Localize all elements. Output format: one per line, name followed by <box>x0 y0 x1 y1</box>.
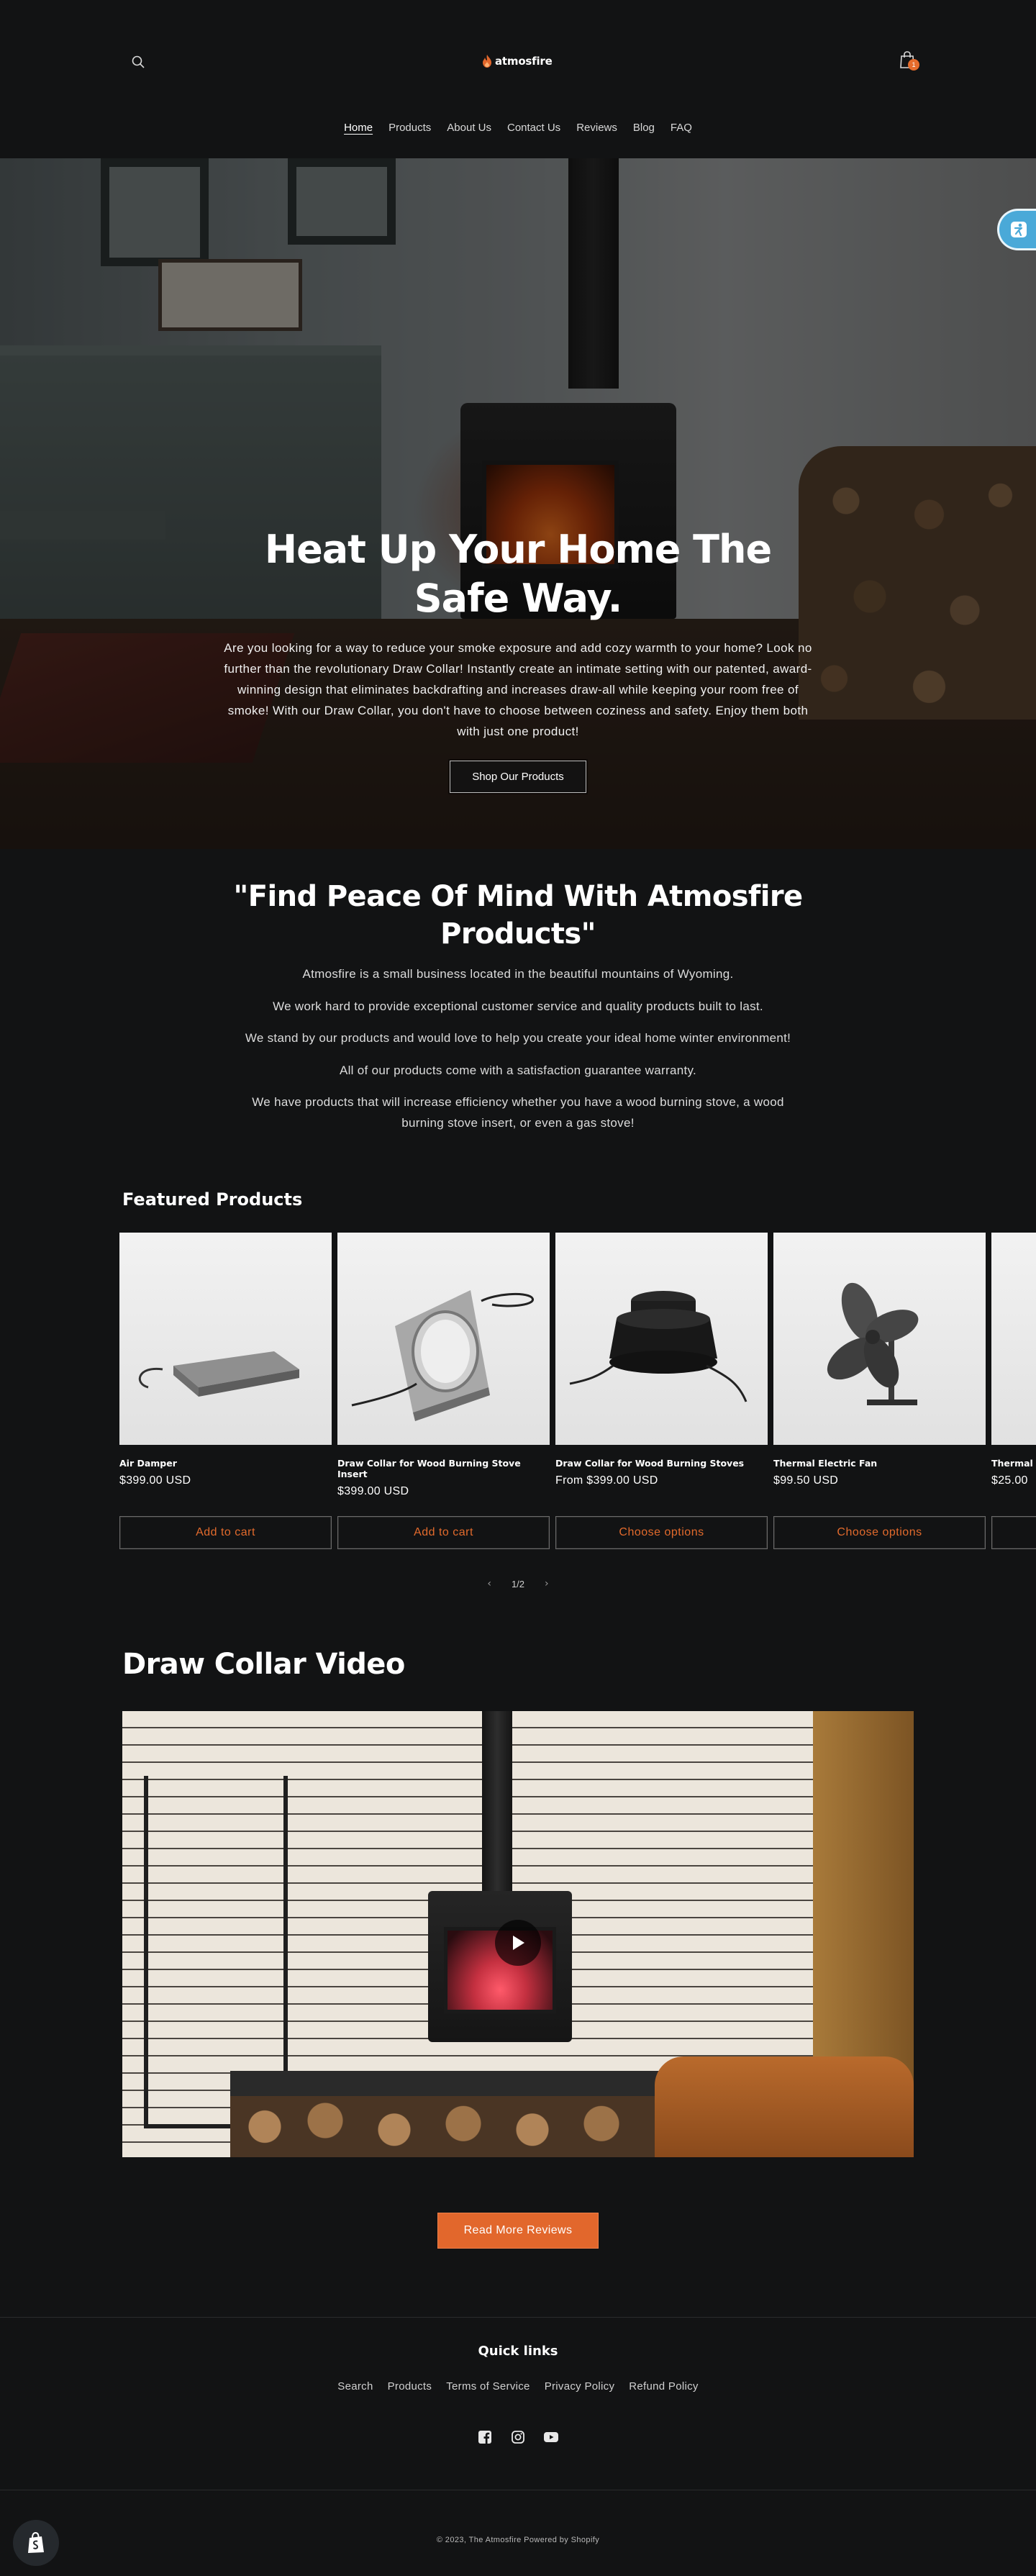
shop-products-button[interactable]: Shop Our Products <box>450 761 586 793</box>
read-more-reviews-button[interactable]: Read More Reviews <box>437 2213 599 2249</box>
add-to-cart-button[interactable]: Add to cart <box>337 1516 550 1549</box>
about-paragraph: We stand by our products and would love … <box>245 1031 791 1045</box>
product-price: $399.00 USD <box>337 1485 409 1497</box>
cart-button[interactable]: 1 <box>896 49 921 73</box>
product-image-air-damper[interactable] <box>119 1233 332 1445</box>
search-button[interactable] <box>128 52 148 72</box>
product-slider: Air Damper $399.00 USD Add to cart Draw … <box>119 1233 1036 1556</box>
product-card[interactable]: Thermal Electric Fan $99.50 USD Choose o… <box>773 1233 986 1549</box>
product-price: $25.00 <box>991 1474 1028 1487</box>
nav-faq[interactable]: FAQ <box>663 119 700 137</box>
flame-icon <box>483 55 491 68</box>
product-image-thermal-fan[interactable] <box>773 1233 986 1445</box>
video-poster-firewood <box>230 2096 662 2157</box>
product-price: From $399.00 USD <box>555 1474 658 1487</box>
nav-contact-us[interactable]: Contact Us <box>499 119 568 137</box>
nav-home[interactable]: Home <box>336 119 381 137</box>
video-poster-platform <box>230 2071 662 2100</box>
product-name[interactable]: Draw Collar for Wood Burning Stove Inser… <box>337 1458 550 1479</box>
product-card[interactable]: Air Damper $399.00 USD Add to cart <box>119 1233 332 1549</box>
footer-link-refund[interactable]: Refund Policy <box>629 2380 698 2393</box>
hero-banner: Heat Up Your Home The Safe Way. Are you … <box>0 158 1036 849</box>
accessibility-widget-button[interactable] <box>997 209 1036 250</box>
product-action-button[interactable] <box>991 1516 1036 1549</box>
air-damper-illustration <box>138 1351 299 1397</box>
accessibility-icon <box>1011 222 1027 237</box>
chevron-left-icon[interactable]: ‹ <box>487 1578 491 1589</box>
video-section-title: Draw Collar Video <box>122 1648 405 1681</box>
site-header: atmosfire 1 Home Products About Us Conta… <box>0 0 1036 158</box>
hero-content: Heat Up Your Home The Safe Way. Are you … <box>216 525 820 793</box>
shopify-badge[interactable] <box>13 2520 59 2566</box>
nav-products[interactable]: Products <box>381 119 439 137</box>
footer-link-terms[interactable]: Terms of Service <box>446 2380 530 2393</box>
cart-count-badge: 1 <box>908 59 919 71</box>
draw-collar-stove-illustration <box>569 1291 748 1402</box>
slider-counter: 1/2 <box>511 1578 525 1589</box>
hero-description: Are you looking for a way to reduce your… <box>224 641 812 738</box>
choose-options-button[interactable]: Choose options <box>555 1516 768 1549</box>
shopify-bag-icon <box>28 2531 44 2553</box>
nav-about-us[interactable]: About Us <box>439 119 499 137</box>
product-price: $399.00 USD <box>119 1474 191 1487</box>
copyright-text: © 2023, The Atmosfire Powered by Shopify <box>436 2536 600 2544</box>
about-body: Atmosfire is a small business located in… <box>230 964 806 1145</box>
about-paragraph: We work hard to provide exceptional cust… <box>273 999 763 1013</box>
video-player[interactable] <box>122 1711 914 2157</box>
slider-controls: ‹ 1/2 › <box>475 1573 561 1595</box>
main-nav: Home Products About Us Contact Us Review… <box>0 119 1036 137</box>
quick-links-title: Quick links <box>478 2344 558 2359</box>
thermal-fan-illustration <box>827 1282 919 1405</box>
product-card[interactable]: Thermal $25.00 <box>991 1233 1036 1549</box>
video-poster-chair <box>655 2056 914 2157</box>
video-poster-stove-pipe <box>482 1711 512 1891</box>
play-button[interactable] <box>495 1920 541 1966</box>
add-to-cart-button[interactable]: Add to cart <box>119 1516 332 1549</box>
about-title: "Find Peace Of Mind With Atmosfire Produ… <box>233 880 804 951</box>
hero-title: Heat Up Your Home The Safe Way. <box>264 527 772 621</box>
product-name[interactable]: Thermal Electric Fan <box>773 1458 986 1469</box>
about-paragraph: We have products that will increase effi… <box>252 1095 784 1130</box>
footer-divider <box>0 2317 1036 2318</box>
chevron-right-icon[interactable]: › <box>545 1578 549 1589</box>
nav-blog[interactable]: Blog <box>625 119 663 137</box>
facebook-icon[interactable] <box>478 2430 492 2444</box>
instagram-icon[interactable] <box>511 2430 525 2444</box>
about-paragraph: Atmosfire is a small business located in… <box>302 967 734 981</box>
footer-link-products[interactable]: Products <box>388 2380 432 2393</box>
product-name[interactable]: Thermal <box>991 1458 1036 1469</box>
product-price: $99.50 USD <box>773 1474 839 1487</box>
product-name[interactable]: Draw Collar for Wood Burning Stoves <box>555 1458 768 1469</box>
product-name[interactable]: Air Damper <box>119 1458 332 1469</box>
site-logo[interactable]: atmosfire <box>482 50 554 72</box>
about-section: "Find Peace Of Mind With Atmosfire Produ… <box>0 849 1036 1180</box>
featured-products-title: Featured Products <box>122 1189 303 1210</box>
nav-reviews[interactable]: Reviews <box>568 119 625 137</box>
search-icon <box>132 55 145 68</box>
product-card[interactable]: Draw Collar for Wood Burning Stove Inser… <box>337 1233 550 1549</box>
social-links <box>0 2430 1036 2444</box>
product-image-thermal[interactable] <box>991 1233 1036 1445</box>
quick-links: Search Products Terms of Service Privacy… <box>0 2380 1036 2393</box>
about-paragraph: All of our products come with a satisfac… <box>339 1063 697 1077</box>
play-icon <box>513 1936 524 1950</box>
logo-text: atmosfire <box>495 55 553 68</box>
choose-options-button[interactable]: Choose options <box>773 1516 986 1549</box>
footer-link-search[interactable]: Search <box>337 2380 373 2393</box>
youtube-icon[interactable] <box>544 2430 558 2444</box>
draw-collar-insert-illustration <box>351 1290 535 1421</box>
product-image-draw-collar-stoves[interactable] <box>555 1233 768 1445</box>
product-image-draw-collar-insert[interactable] <box>337 1233 550 1445</box>
product-card[interactable]: Draw Collar for Wood Burning Stoves From… <box>555 1233 768 1549</box>
footer-link-privacy[interactable]: Privacy Policy <box>545 2380 615 2393</box>
